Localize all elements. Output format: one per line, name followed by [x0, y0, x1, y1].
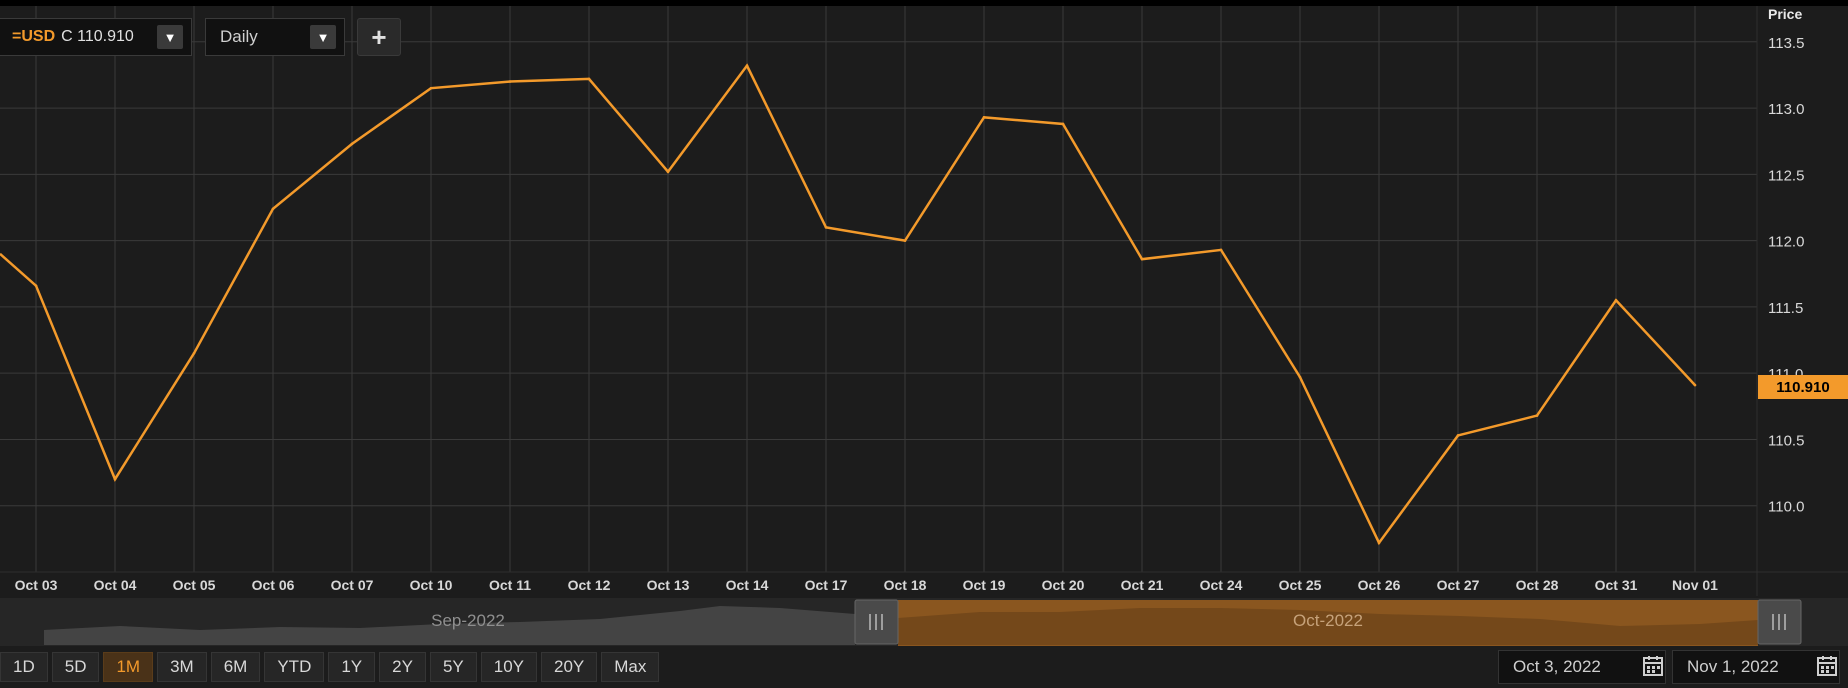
triangle-down-icon[interactable]: ▼	[157, 25, 183, 49]
x-tick-label: Oct 21	[1121, 577, 1164, 593]
x-tick-label: Oct 07	[331, 577, 374, 593]
range-button-ytd[interactable]: YTD	[264, 652, 325, 682]
data-point	[429, 86, 433, 90]
x-tick-label: Oct 18	[884, 577, 927, 593]
data-point	[587, 77, 591, 81]
x-tick-label: Oct 27	[1437, 577, 1480, 593]
calendar-icon[interactable]	[1815, 654, 1839, 678]
x-tick-label: Oct 26	[1358, 577, 1401, 593]
data-point	[350, 142, 354, 146]
y-tick-label: 110.0	[1768, 499, 1804, 516]
range-button-10y[interactable]: 10Y	[480, 652, 537, 682]
x-tick-label: Oct 17	[805, 577, 848, 593]
range-button-3m[interactable]: 3M	[157, 652, 207, 682]
x-tick-label: Oct 04	[94, 577, 137, 593]
data-point	[982, 116, 986, 119]
range-button-5d[interactable]: 5D	[51, 652, 100, 682]
y-tick-label: 111.5	[1768, 300, 1803, 317]
y-tick-label: 112.5	[1768, 167, 1804, 184]
x-tick-label: Oct 10	[410, 577, 453, 593]
data-point	[192, 351, 196, 355]
symbol-selector[interactable]: =USD C 110.910 ▼	[0, 18, 192, 56]
interval-selector[interactable]: Daily ▼	[205, 18, 345, 56]
y-tick-label: 112.0	[1768, 234, 1804, 251]
x-tick-label: Oct 06	[252, 577, 295, 593]
chart-app: 110.0110.5111.0111.5112.0112.5113.0113.5…	[0, 0, 1848, 688]
data-point	[271, 207, 275, 211]
triangle-down-icon[interactable]: ▼	[310, 25, 336, 49]
navigator-label-oct: Oct-2022	[1293, 611, 1363, 630]
x-tick-label: Oct 14	[726, 577, 769, 593]
data-point	[1614, 298, 1618, 302]
range-button-6m[interactable]: 6M	[210, 652, 261, 682]
range-buttons: 1D 5D 1M 3M 6M YTD 1Y 2Y 5Y 10Y 20Y Max	[0, 652, 660, 682]
range-button-2y[interactable]: 2Y	[379, 652, 426, 682]
data-point	[666, 170, 670, 173]
x-tick-label: Oct 28	[1516, 577, 1559, 593]
data-point	[1298, 375, 1302, 379]
x-tick-label: Oct 11	[489, 577, 531, 593]
x-tick-label: Oct 12	[568, 577, 611, 593]
x-tick-label: Oct 31	[1595, 577, 1638, 593]
symbol-price: C 110.910	[61, 28, 134, 45]
data-point	[824, 226, 828, 229]
data-point	[1456, 434, 1460, 437]
symbol-name: =USD	[12, 28, 56, 45]
x-tick-label: Oct 25	[1279, 577, 1322, 593]
interval-label: Daily	[220, 27, 258, 46]
price-axis-title: Price	[1768, 6, 1803, 22]
navigator-label-sep: Sep-2022	[431, 611, 505, 630]
x-tick-label: Oct 05	[173, 577, 216, 593]
x-tick-label: Oct 13	[647, 577, 690, 593]
data-point	[745, 64, 749, 67]
x-tick-label: Nov 01	[1672, 577, 1718, 593]
data-point	[1061, 122, 1065, 126]
data-point	[508, 80, 512, 83]
plus-icon[interactable]: +	[357, 18, 401, 56]
range-button-1m[interactable]: 1M	[103, 652, 154, 682]
data-point	[34, 284, 38, 287]
x-tick-label: Oct 24	[1200, 577, 1243, 593]
data-point	[1219, 248, 1223, 252]
y-tick-label: 113.0	[1768, 101, 1804, 118]
data-point	[903, 239, 907, 242]
price-chart[interactable]: 110.0110.5111.0111.5112.0112.5113.0113.5…	[0, 0, 1848, 688]
plot-area	[0, 6, 1757, 572]
x-tick-label: Oct 19	[963, 577, 1006, 593]
range-button-max[interactable]: Max	[601, 652, 660, 682]
y-tick-label: 113.5	[1768, 35, 1804, 52]
range-button-1d[interactable]: 1D	[0, 652, 48, 682]
data-point	[113, 477, 117, 481]
data-point	[1693, 383, 1697, 387]
calendar-icon[interactable]	[1641, 654, 1665, 678]
y-tick-label: 110.5	[1768, 432, 1804, 449]
range-button-20y[interactable]: 20Y	[540, 652, 598, 682]
chart-toolbar: =USD C 110.910 ▼ Daily ▼ +	[0, 18, 401, 56]
data-point	[1140, 257, 1144, 261]
x-tick-label: Oct 03	[15, 577, 58, 593]
last-price-tag: 110.910	[1758, 375, 1848, 399]
x-tick-label: Oct 20	[1042, 577, 1085, 593]
range-button-5y[interactable]: 5Y	[429, 652, 477, 682]
range-button-1y[interactable]: 1Y	[328, 652, 376, 682]
data-point	[1535, 414, 1539, 417]
data-point	[1377, 541, 1381, 545]
